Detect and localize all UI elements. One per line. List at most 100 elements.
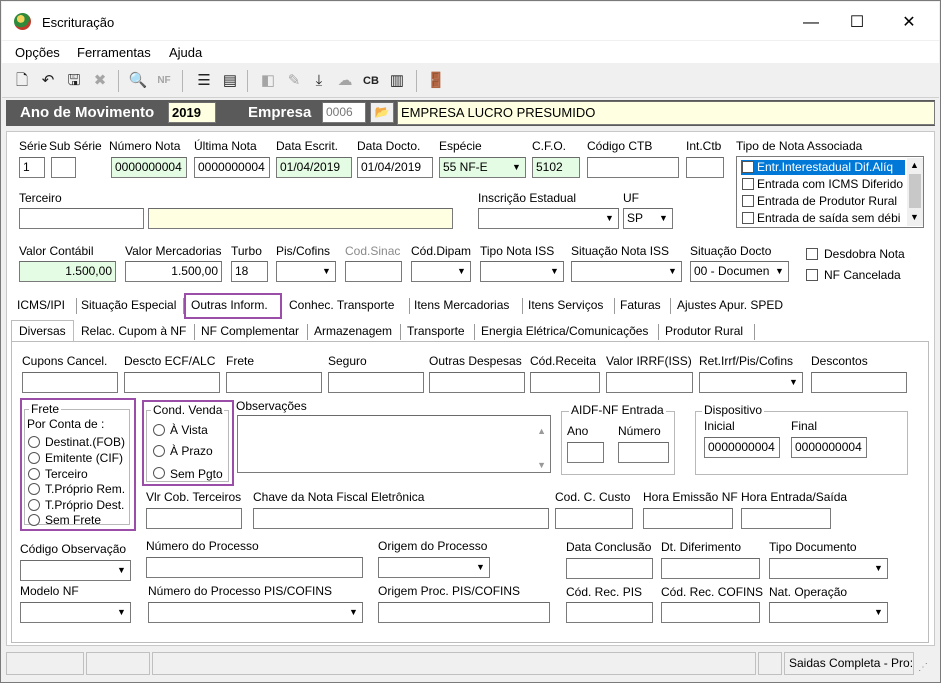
numero-processo-field[interactable] <box>146 557 363 578</box>
tipo-nota-item-2[interactable]: Entrada de Produtor Rural <box>757 194 897 208</box>
cupons-cancel-field[interactable] <box>22 372 118 393</box>
codigo-observacao-select[interactable]: ▼ <box>20 560 131 581</box>
valor-irrf-field[interactable] <box>606 372 693 393</box>
open-folder-icon[interactable]: 📂 <box>370 102 394 123</box>
tab-nf-complementar[interactable]: NF Complementar <box>201 321 299 341</box>
venda-radio-prazo[interactable] <box>153 445 165 457</box>
modelo-nf-select[interactable]: ▼ <box>20 602 131 623</box>
edit-icon[interactable]: ✎ <box>284 71 304 91</box>
uf-select[interactable]: SP ▼ <box>623 208 673 229</box>
tab-situacao-especial[interactable]: Situação Especial <box>81 295 176 315</box>
valor-contabil-field[interactable]: 1.500,00 <box>19 261 116 282</box>
tab-conhec-transporte[interactable]: Conhec. Transporte <box>289 295 394 315</box>
subserie-field[interactable] <box>51 157 76 178</box>
venda-option-prazo[interactable]: À Prazo <box>170 444 213 458</box>
chevron-down-icon[interactable]: ▼ <box>509 159 524 176</box>
venda-radio-vista[interactable] <box>153 424 165 436</box>
frete-radio-proprio-rem[interactable] <box>28 483 40 495</box>
nf-cancelada-checkbox[interactable] <box>806 269 818 281</box>
export-icon[interactable]: ▤ <box>220 71 240 91</box>
cod-rec-cofins-field[interactable] <box>661 602 760 623</box>
tab-armazenagem[interactable]: Armazenagem <box>314 321 392 341</box>
terceiro-code-field[interactable] <box>19 208 144 229</box>
codigo-ctb-field[interactable] <box>587 157 679 178</box>
tipo-nota-scrollbar[interactable]: ▲ ▼ <box>907 158 923 226</box>
columns-icon[interactable]: ▥ <box>387 71 407 91</box>
chave-nfe-field[interactable] <box>253 508 549 529</box>
frete-value-field[interactable] <box>226 372 322 393</box>
outras-despesas-field[interactable] <box>429 372 525 393</box>
tipo-nota-item-3[interactable]: Entrada de saída sem débi <box>757 211 907 225</box>
nfe-icon[interactable]: NF <box>154 71 174 91</box>
maximize-button[interactable]: ☐ <box>834 10 880 36</box>
tab-ajustes-apur-sped[interactable]: Ajustes Apur. SPED <box>677 295 783 315</box>
tipo-nota-checkbox-1[interactable] <box>742 178 754 190</box>
venda-option-sem-pgto[interactable]: Sem Pgto <box>170 467 223 481</box>
data-docto-field[interactable]: 01/04/2019 <box>357 157 433 178</box>
especie-select[interactable]: 55 NF-E ▼ <box>439 157 526 178</box>
download-icon[interactable]: ⤓ <box>309 71 329 91</box>
empresa-code-field[interactable]: 0006 <box>322 102 366 123</box>
seguro-field[interactable] <box>328 372 424 393</box>
chevron-down-icon[interactable]: ▼ <box>871 604 886 621</box>
cod-dipam-select[interactable]: ▼ <box>411 261 471 282</box>
tipo-nota-item-1[interactable]: Entrada com ICMS Diferido <box>757 177 903 191</box>
delete-icon[interactable]: ✖ <box>90 71 110 91</box>
data-conclusao-field[interactable] <box>566 558 653 579</box>
ultima-nota-field[interactable]: 0000000004 <box>194 157 270 178</box>
numero-processo-pis-select[interactable]: ▼ <box>148 602 363 623</box>
scroll-up-icon[interactable]: ▲ <box>537 422 546 441</box>
tipo-nota-checkbox-0[interactable] <box>742 161 754 173</box>
ret-irrf-select[interactable]: ▼ <box>699 372 803 393</box>
import-icon[interactable]: ◧ <box>258 71 278 91</box>
save-icon[interactable]: 🖫 <box>64 71 84 91</box>
tipo-nota-item-0[interactable]: Entr.Interestadual Dif.Alíq <box>757 160 893 174</box>
cfo-field[interactable]: 5102 <box>532 157 580 178</box>
close-button[interactable]: ✕ <box>886 10 932 36</box>
nat-operacao-select[interactable]: ▼ <box>769 602 888 623</box>
cloud-icon[interactable]: ☁ <box>335 71 355 91</box>
tipo-nota-checkbox-2[interactable] <box>742 195 754 207</box>
valor-mercadorias-field[interactable]: 1.500,00 <box>125 261 222 282</box>
cod-centro-custo-field[interactable] <box>555 508 633 529</box>
hora-entrada-field[interactable] <box>741 508 831 529</box>
chevron-down-icon[interactable]: ▼ <box>786 374 801 391</box>
frete-option-terceiro[interactable]: Terceiro <box>45 467 88 481</box>
serie-field[interactable]: 1 <box>19 157 45 178</box>
cod-sinac-field[interactable] <box>345 261 402 282</box>
dt-diferimento-field[interactable] <box>661 558 760 579</box>
frete-radio-fob[interactable] <box>28 436 40 448</box>
frete-radio-sem-frete[interactable] <box>28 514 40 526</box>
frete-radio-cif[interactable] <box>28 452 40 464</box>
aidf-numero-field[interactable] <box>618 442 669 463</box>
exit-door-icon[interactable]: 🚪 <box>426 71 446 91</box>
tab-transporte[interactable]: Transporte <box>407 321 465 341</box>
tab-faturas[interactable]: Faturas <box>620 295 661 315</box>
tab-relac-cupom[interactable]: Relac. Cupom à NF <box>81 321 186 341</box>
tab-icms-ipi[interactable]: ICMS/IPI <box>17 295 65 315</box>
tipo-nota-checkbox-3[interactable] <box>742 212 754 224</box>
frete-radio-proprio-dest[interactable] <box>28 499 40 511</box>
frete-option-sem-frete[interactable]: Sem Frete <box>45 513 101 527</box>
chevron-down-icon[interactable]: ▼ <box>346 604 361 621</box>
undo-icon[interactable]: ↶ <box>38 71 58 91</box>
frete-option-proprio-dest[interactable]: T.Próprio Dest. <box>45 498 124 512</box>
menu-opcoes[interactable]: Opções <box>15 45 60 60</box>
chevron-down-icon[interactable]: ▼ <box>114 562 129 579</box>
scroll-down-icon[interactable]: ▼ <box>910 212 919 222</box>
tipo-nota-list[interactable]: Entr.Interestadual Dif.Alíq Entrada com … <box>736 156 924 228</box>
venda-option-vista[interactable]: À Vista <box>170 423 208 437</box>
observacoes-textarea[interactable]: ▲ ▼ <box>237 415 551 473</box>
situacao-docto-select[interactable]: 00 - Documen ▼ <box>690 261 789 282</box>
tab-itens-mercadorias[interactable]: Itens Mercadorias <box>414 295 509 315</box>
tree-icon[interactable]: ☰ <box>194 71 214 91</box>
int-ctb-field[interactable] <box>686 157 724 178</box>
tab-itens-servicos[interactable]: Itens Serviços <box>528 295 603 315</box>
pis-cofins-select[interactable]: ▼ <box>276 261 336 282</box>
origem-proc-pis-field[interactable] <box>378 602 550 623</box>
minimize-button[interactable]: — <box>788 10 834 36</box>
frete-option-fob[interactable]: Destinat.(FOB) <box>45 435 125 449</box>
cb-icon[interactable]: CB <box>361 71 381 91</box>
menu-ajuda[interactable]: Ajuda <box>169 45 202 60</box>
new-document-icon[interactable]: 🗋 <box>12 71 32 91</box>
